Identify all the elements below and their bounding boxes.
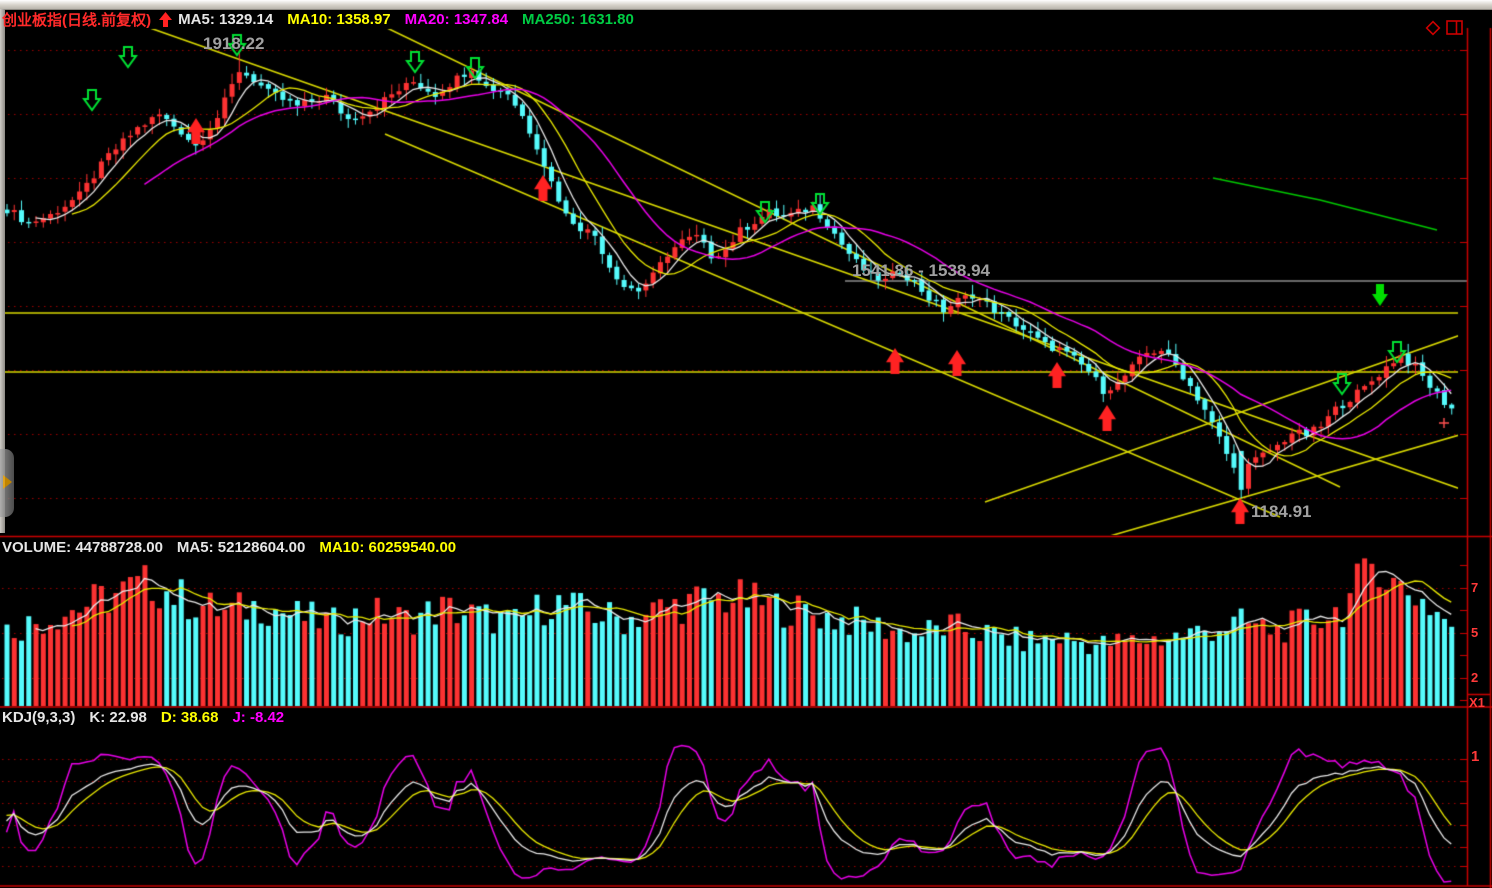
volume-axis-label-1: 7 bbox=[1471, 580, 1478, 595]
diamond-icon[interactable] bbox=[1424, 19, 1442, 37]
volume-axis-label-2: 5 bbox=[1471, 625, 1478, 640]
kdj-axis-label: 1 bbox=[1471, 748, 1479, 765]
kdj-k-value: K: 22.98 bbox=[89, 709, 147, 726]
window-top-strip bbox=[0, 0, 1492, 10]
kdj-indicator-label: KDJ(9,3,3) bbox=[2, 709, 75, 726]
kdj-header: KDJ(9,3,3) K: 22.98 D: 38.68 J: -8.42 bbox=[2, 709, 284, 726]
ma5-value: MA5: 1329.14 bbox=[178, 11, 273, 28]
symbol-title: 创业板指(日线.前复权) bbox=[2, 9, 151, 30]
panel-expander-handle[interactable] bbox=[0, 449, 14, 517]
ma20-value: MA20: 1347.84 bbox=[405, 11, 508, 28]
peak-price-label: 1918.22 bbox=[203, 34, 264, 54]
gap-range-label: 1541.86 - 1538.94 bbox=[852, 261, 990, 281]
main-chart-header: 创业板指(日线.前复权) MA5: 1329.14 MA10: 1358.97 … bbox=[2, 10, 634, 28]
ma250-value: MA250: 1631.80 bbox=[522, 11, 634, 28]
volume-multiplier-label: X1 bbox=[1469, 695, 1485, 710]
kdj-j-value: J: -8.42 bbox=[232, 709, 284, 726]
restore-window-icon[interactable] bbox=[1446, 19, 1464, 37]
stock-app-window: 创业板指(日线.前复权) MA5: 1329.14 MA10: 1358.97 … bbox=[0, 0, 1492, 888]
volume-ma10-value: MA10: 60259540.00 bbox=[319, 539, 456, 556]
low-price-label: 1184.91 bbox=[1251, 502, 1312, 522]
volume-value: VOLUME: 44788728.00 bbox=[2, 539, 163, 556]
trend-up-icon bbox=[159, 12, 172, 27]
expand-arrow-icon bbox=[3, 475, 12, 489]
kdj-d-value: D: 38.68 bbox=[161, 709, 219, 726]
volume-header: VOLUME: 44788728.00 MA5: 52128604.00 MA1… bbox=[2, 539, 456, 556]
volume-ma5-value: MA5: 52128604.00 bbox=[177, 539, 305, 556]
volume-axis-label-3: 2 bbox=[1471, 670, 1478, 685]
chart-canvas[interactable] bbox=[0, 0, 1492, 888]
ma10-value: MA10: 1358.97 bbox=[287, 11, 390, 28]
